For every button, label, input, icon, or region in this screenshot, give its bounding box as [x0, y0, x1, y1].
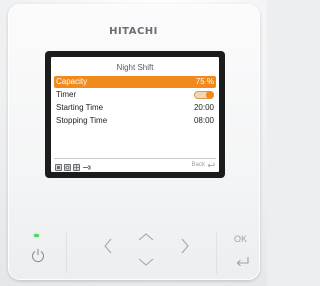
menu-row-starting-time[interactable]: Starting Time 20:00	[54, 102, 216, 114]
row-label: Capacity	[56, 77, 88, 86]
wrench-icon	[83, 165, 91, 170]
fan-icon	[64, 164, 71, 171]
up-button[interactable]	[138, 232, 154, 242]
row-label: Stopping Time	[56, 116, 108, 125]
lcd-screen: Night Shift Capacity 75 % Timer Starting…	[45, 51, 225, 178]
down-button[interactable]	[138, 257, 154, 267]
footer-icons	[55, 163, 92, 172]
back-label: Back	[191, 162, 205, 168]
chevron-right-icon	[181, 238, 189, 254]
mode-icon	[55, 164, 62, 171]
return-arrow-icon	[207, 162, 215, 168]
chevron-up-icon	[138, 233, 154, 241]
chevron-down-icon	[138, 258, 154, 266]
row-value: 20:00	[193, 103, 214, 112]
toggle-knob	[206, 91, 214, 99]
back-hint[interactable]: Back	[192, 162, 215, 168]
return-icon	[236, 257, 249, 267]
brand-logo: HITACHI	[109, 26, 158, 37]
ok-button[interactable]: OK	[234, 234, 247, 244]
row-label: Starting Time	[56, 103, 104, 112]
divider-left	[66, 232, 67, 274]
screen-title: Night Shift	[116, 63, 154, 72]
display-area: Night Shift Capacity 75 % Timer Starting…	[51, 57, 219, 172]
grid-icon	[73, 164, 80, 171]
return-button[interactable]	[236, 256, 250, 268]
status-led	[34, 234, 39, 237]
footer-divider	[54, 158, 216, 159]
right-button[interactable]	[180, 238, 190, 254]
menu-row-stopping-time[interactable]: Stopping Time 08:00	[54, 115, 216, 127]
timer-toggle[interactable]	[194, 91, 214, 99]
menu-row-timer[interactable]: Timer	[54, 89, 216, 101]
power-button[interactable]	[30, 247, 46, 263]
row-label: Timer	[56, 90, 77, 99]
menu-row-capacity[interactable]: Capacity 75 %	[54, 76, 216, 88]
row-value: 75 %	[195, 77, 214, 86]
chevron-left-icon	[104, 238, 112, 254]
left-button[interactable]	[103, 238, 113, 254]
row-value: 08:00	[193, 116, 214, 125]
divider-right	[216, 232, 217, 274]
power-icon	[31, 249, 45, 263]
